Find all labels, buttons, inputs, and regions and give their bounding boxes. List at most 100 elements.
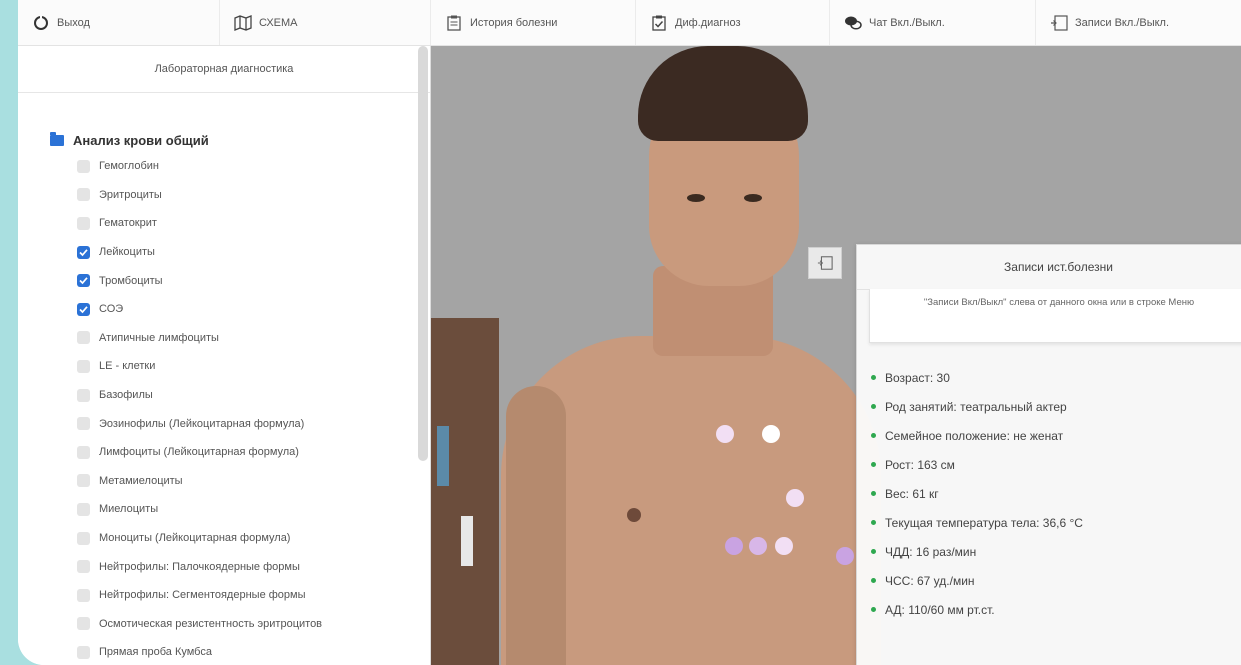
exit-button[interactable]: Выход [18, 0, 220, 45]
record-item: Семейное положение: не женат [871, 421, 1083, 450]
test-checkbox[interactable] [77, 417, 90, 431]
auscultation-point[interactable] [775, 537, 793, 555]
records-toggle-button[interactable]: Записи Вкл./Выкл. [1036, 0, 1241, 45]
records-panel: Записи ист.болезни "Записи Вкл/Выкл" сле… [856, 244, 1241, 665]
test-checkbox[interactable] [77, 502, 90, 516]
test-item-label: Тромбоциты [99, 274, 163, 287]
test-item-label: Лимфоциты (Лейкоцитарная формула) [99, 446, 299, 459]
diff-diagnosis-button[interactable]: Диф.диагноз [636, 0, 830, 45]
test-item-label: Атипичные лимфоциты [99, 331, 219, 344]
test-checkbox[interactable] [77, 474, 90, 488]
test-item[interactable]: Осмотическая резистентность эритроцитов [50, 610, 322, 639]
test-item[interactable]: Метамиелоциты [50, 467, 322, 496]
test-item[interactable]: СОЭ [50, 295, 322, 324]
test-item[interactable]: Лимфоциты (Лейкоцитарная формула) [50, 438, 322, 467]
record-text: ЧСС: 67 уд./мин [885, 573, 975, 588]
map-icon [234, 14, 252, 32]
test-checkbox[interactable] [77, 445, 90, 459]
top-toolbar: Выход СХЕМА История болезни Диф.диагноз … [18, 0, 1241, 46]
test-item[interactable]: Прямая проба Кумбса [50, 638, 322, 665]
records-toggle-tab[interactable] [808, 247, 842, 279]
test-checkbox[interactable] [77, 274, 90, 288]
bullet-icon [871, 404, 876, 409]
test-checkbox[interactable] [77, 188, 90, 202]
test-checkbox[interactable] [77, 331, 90, 345]
records-toggle-label: Записи Вкл./Выкл. [1075, 16, 1170, 29]
bullet-icon [871, 375, 876, 380]
panel-scrollbar[interactable] [418, 46, 428, 461]
test-checkbox[interactable] [77, 216, 90, 230]
record-text: АД: 110/60 мм рт.ст. [885, 602, 995, 617]
test-item[interactable]: Нейтрофилы: Сегментоядерные формы [50, 581, 322, 610]
test-checkbox[interactable] [77, 645, 90, 659]
tree-group-blood-analysis[interactable]: Анализ крови общий [50, 128, 322, 152]
records-hint: "Записи Вкл/Выкл" слева от данного окна … [869, 289, 1241, 343]
history-button-label: История болезни [470, 16, 558, 29]
bullet-icon [871, 607, 876, 612]
test-checkbox[interactable] [77, 159, 90, 173]
test-item-label: Моноциты (Лейкоцитарная формула) [99, 532, 291, 545]
auscultation-point[interactable] [725, 537, 743, 555]
exit-button-label: Выход [57, 16, 90, 29]
test-item-label: Базофилы [99, 389, 153, 402]
record-item: Рост: 163 см [871, 450, 1083, 479]
book [461, 516, 473, 566]
bookshelf [431, 318, 499, 665]
record-text: Текущая температура тела: 36,6 °С [885, 515, 1083, 530]
test-item-label: Нейтрофилы: Палочкоядерные формы [99, 560, 300, 573]
test-item-label: Осмотическая резистентность эритроцитов [99, 617, 323, 630]
test-item-label: Лейкоциты [99, 246, 155, 259]
records-title: Записи ист.болезни [857, 245, 1241, 290]
test-item-label: Эритроциты [99, 188, 162, 201]
record-item: АД: 110/60 мм рт.ст. [871, 595, 1083, 624]
test-checkbox[interactable] [77, 245, 90, 259]
test-checkbox[interactable] [77, 359, 90, 373]
test-item[interactable]: Нейтрофилы: Палочкоядерные формы [50, 552, 322, 581]
history-button[interactable]: История болезни [431, 0, 636, 45]
test-item-label: Прямая проба Кумбса [99, 646, 212, 659]
checklist-icon [650, 14, 668, 32]
record-item: Возраст: 30 [871, 363, 1083, 392]
records-list: Возраст: 30 Род занятий: театральный акте… [871, 363, 1083, 624]
auscultation-point[interactable] [762, 425, 780, 443]
test-checkbox[interactable] [77, 617, 90, 631]
app-window: Выход СХЕМА История болезни Диф.диагноз … [18, 0, 1241, 665]
test-tree: Анализ крови общий Гемоглобин Эритроциты Г… [50, 128, 322, 665]
auscultation-point[interactable] [836, 547, 854, 565]
record-text: Вес: 61 кг [885, 486, 939, 501]
test-checkbox[interactable] [77, 531, 90, 545]
test-item[interactable]: LE - клетки [50, 352, 322, 381]
auscultation-point[interactable] [716, 425, 734, 443]
book [437, 426, 449, 486]
test-checkbox[interactable] [77, 302, 90, 316]
chat-icon [844, 14, 862, 32]
bullet-icon [871, 433, 876, 438]
record-item: Род занятий: театральный актер [871, 392, 1083, 421]
panel-title: Лабораторная диагностика [18, 46, 430, 93]
bullet-icon [871, 578, 876, 583]
bullet-icon [871, 462, 876, 467]
test-item[interactable]: Миелоциты [50, 495, 322, 524]
test-item[interactable]: Атипичные лимфоциты [50, 324, 322, 353]
test-item[interactable]: Базофилы [50, 381, 322, 410]
test-item[interactable]: Лейкоциты [50, 238, 322, 267]
test-item[interactable]: Гемоглобин [50, 152, 322, 181]
auscultation-point[interactable] [749, 537, 767, 555]
test-item-label: Миелоциты [99, 503, 159, 516]
scheme-button[interactable]: СХЕМА [220, 0, 431, 45]
test-item[interactable]: Эозинофилы (Лейкоцитарная формула) [50, 409, 322, 438]
patient-nipple [627, 508, 641, 522]
auscultation-point[interactable] [786, 489, 804, 507]
test-checkbox[interactable] [77, 388, 90, 402]
record-item: ЧДД: 16 раз/мин [871, 537, 1083, 566]
test-checkbox[interactable] [77, 588, 90, 602]
test-item[interactable]: Эритроциты [50, 181, 322, 210]
test-checkbox[interactable] [77, 560, 90, 574]
scheme-button-label: СХЕМА [259, 16, 298, 29]
test-item[interactable]: Моноциты (Лейкоцитарная формула) [50, 524, 322, 553]
chat-toggle-button[interactable]: Чат Вкл./Выкл. [830, 0, 1036, 45]
record-text: Семейное положение: не женат [885, 428, 1064, 443]
exit-icon [32, 14, 50, 32]
test-item[interactable]: Тромбоциты [50, 266, 322, 295]
test-item[interactable]: Гематокрит [50, 209, 322, 238]
